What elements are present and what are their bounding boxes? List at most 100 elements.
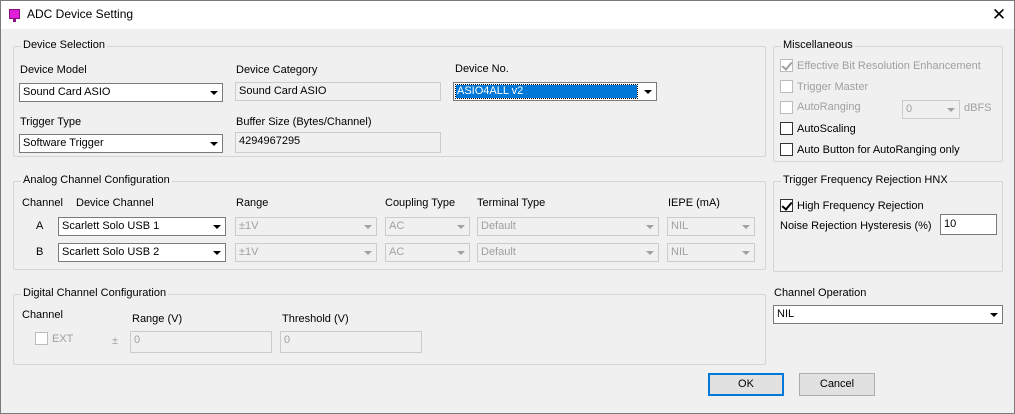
close-icon[interactable]: ✕ <box>984 1 1014 29</box>
buffer-size-label: Buffer Size (Bytes/Channel) <box>236 116 372 128</box>
ok-button[interactable]: OK <box>708 373 784 396</box>
device-no-select[interactable]: ASIO4ALL v2 <box>453 82 657 101</box>
row-b-range-select[interactable]: ±1V <box>235 243 377 262</box>
row-a-terminal-value: Default <box>481 220 516 232</box>
chevron-down-icon[interactable] <box>639 83 656 100</box>
cancel-button[interactable]: Cancel <box>799 373 875 396</box>
row-a-iepe-value: NIL <box>671 220 689 232</box>
digital-channel-label: Channel <box>22 309 63 321</box>
row-a-device-channel-select[interactable]: Scarlett Solo USB 1 <box>58 217 226 236</box>
channel-operation-select[interactable]: NIL <box>773 305 1003 324</box>
row-b-channel: B <box>36 246 44 258</box>
analog-channel-title: Analog Channel Configuration <box>21 174 172 186</box>
device-model-value: Sound Card ASIO <box>23 86 111 98</box>
device-no-value: ASIO4ALL v2 <box>455 84 638 99</box>
chevron-down-icon[interactable] <box>737 218 754 235</box>
auto-button-checkbox[interactable] <box>780 143 793 156</box>
hnx-title: Trigger Frequency Rejection HNX <box>781 174 950 186</box>
device-selection-title: Device Selection <box>21 39 107 51</box>
threshold-v-label: Threshold (V) <box>282 313 349 325</box>
app-icon <box>9 9 20 22</box>
chevron-down-icon[interactable] <box>359 244 376 261</box>
device-category-label: Device Category <box>236 64 318 76</box>
noise-rejection-label: Noise Rejection Hysteresis (%) <box>780 220 932 232</box>
miscellaneous-title: Miscellaneous <box>781 39 855 51</box>
trigger-type-label: Trigger Type <box>20 116 82 128</box>
window-title: ADC Device Setting <box>27 7 134 21</box>
device-no-label: Device No. <box>455 63 509 75</box>
row-a-channel: A <box>36 220 44 232</box>
header-coupling-type: Coupling Type <box>385 197 456 209</box>
trigger-master-label: Trigger Master <box>797 81 869 93</box>
chevron-down-icon[interactable] <box>205 84 222 101</box>
chevron-down-icon[interactable] <box>452 244 469 261</box>
adc-device-setting-dialog: ADC Device Setting ✕ Device Selection De… <box>0 0 1015 414</box>
range-v-label: Range (V) <box>132 313 183 325</box>
row-a-range-select[interactable]: ±1V <box>235 217 377 236</box>
high-freq-rejection-label: High Frequency Rejection <box>797 200 924 212</box>
dbfs-unit: dBFS <box>964 102 992 114</box>
threshold-v-field: 0 <box>280 331 422 353</box>
digital-channel-title: Digital Channel Configuration <box>21 287 169 299</box>
plus-minus-sign: ± <box>112 335 119 347</box>
title-bar: ADC Device Setting ✕ <box>1 1 1014 29</box>
row-a-device-channel-value: Scarlett Solo USB 1 <box>62 220 160 232</box>
trigger-master-checkbox[interactable] <box>780 80 793 93</box>
header-terminal-type: Terminal Type <box>477 197 546 209</box>
chevron-down-icon[interactable] <box>641 218 658 235</box>
header-range: Range <box>236 197 269 209</box>
noise-rejection-value: 10 <box>944 218 957 230</box>
chevron-down-icon[interactable] <box>942 101 959 118</box>
device-category-value: Sound Card ASIO <box>239 85 327 97</box>
threshold-v-value: 0 <box>284 334 291 346</box>
range-v-field: 0 <box>130 331 272 353</box>
row-a-iepe-select[interactable]: NIL <box>667 217 755 236</box>
header-channel: Channel <box>22 197 63 209</box>
autoranging-checkbox[interactable] <box>780 101 793 114</box>
row-a-coupling-value: AC <box>389 220 405 232</box>
noise-rejection-input[interactable]: 10 <box>940 214 997 235</box>
row-b-device-channel-value: Scarlett Solo USB 2 <box>62 246 160 258</box>
chevron-down-icon[interactable] <box>205 135 222 152</box>
device-model-select[interactable]: Sound Card ASIO <box>19 83 223 102</box>
channel-operation-value: NIL <box>777 308 795 320</box>
trigger-type-value: Software Trigger <box>23 137 104 149</box>
chevron-down-icon[interactable] <box>641 244 658 261</box>
chevron-down-icon[interactable] <box>737 244 754 261</box>
range-v-value: 0 <box>134 334 141 346</box>
ebre-checkbox[interactable] <box>780 59 793 72</box>
header-device-channel: Device Channel <box>76 197 154 209</box>
device-model-label: Device Model <box>20 64 87 76</box>
row-a-range-value: ±1V <box>239 220 259 232</box>
row-b-iepe-value: NIL <box>671 246 689 258</box>
row-b-terminal-value: Default <box>481 246 516 258</box>
device-category-field: Sound Card ASIO <box>235 82 441 101</box>
autoranging-select[interactable]: 0 <box>902 100 960 119</box>
high-freq-rejection-checkbox[interactable] <box>780 199 793 212</box>
chevron-down-icon[interactable] <box>985 306 1002 323</box>
row-b-terminal-select[interactable]: Default <box>477 243 659 262</box>
row-b-coupling-value: AC <box>389 246 405 258</box>
ext-label: EXT <box>52 333 74 345</box>
ext-checkbox[interactable] <box>35 332 48 345</box>
row-a-terminal-select[interactable]: Default <box>477 217 659 236</box>
chevron-down-icon[interactable] <box>359 218 376 235</box>
row-b-device-channel-select[interactable]: Scarlett Solo USB 2 <box>58 243 226 262</box>
auto-button-label: Auto Button for AutoRanging only <box>797 144 960 156</box>
chevron-down-icon[interactable] <box>452 218 469 235</box>
autoranging-label: AutoRanging <box>797 101 861 113</box>
row-b-coupling-select[interactable]: AC <box>385 243 470 262</box>
buffer-size-field: 4294967295 <box>235 132 441 153</box>
chevron-down-icon[interactable] <box>208 244 225 261</box>
row-a-coupling-select[interactable]: AC <box>385 217 470 236</box>
row-b-range-value: ±1V <box>239 246 259 258</box>
autoranging-value: 0 <box>906 103 913 115</box>
ebre-label: Effective Bit Resolution Enhancement <box>797 60 981 72</box>
trigger-type-select[interactable]: Software Trigger <box>19 134 223 153</box>
row-b-iepe-select[interactable]: NIL <box>667 243 755 262</box>
channel-operation-label: Channel Operation <box>774 287 867 299</box>
header-iepe: IEPE (mA) <box>668 197 720 209</box>
buffer-size-value: 4294967295 <box>239 135 301 147</box>
chevron-down-icon[interactable] <box>208 218 225 235</box>
autoscaling-checkbox[interactable] <box>780 122 793 135</box>
